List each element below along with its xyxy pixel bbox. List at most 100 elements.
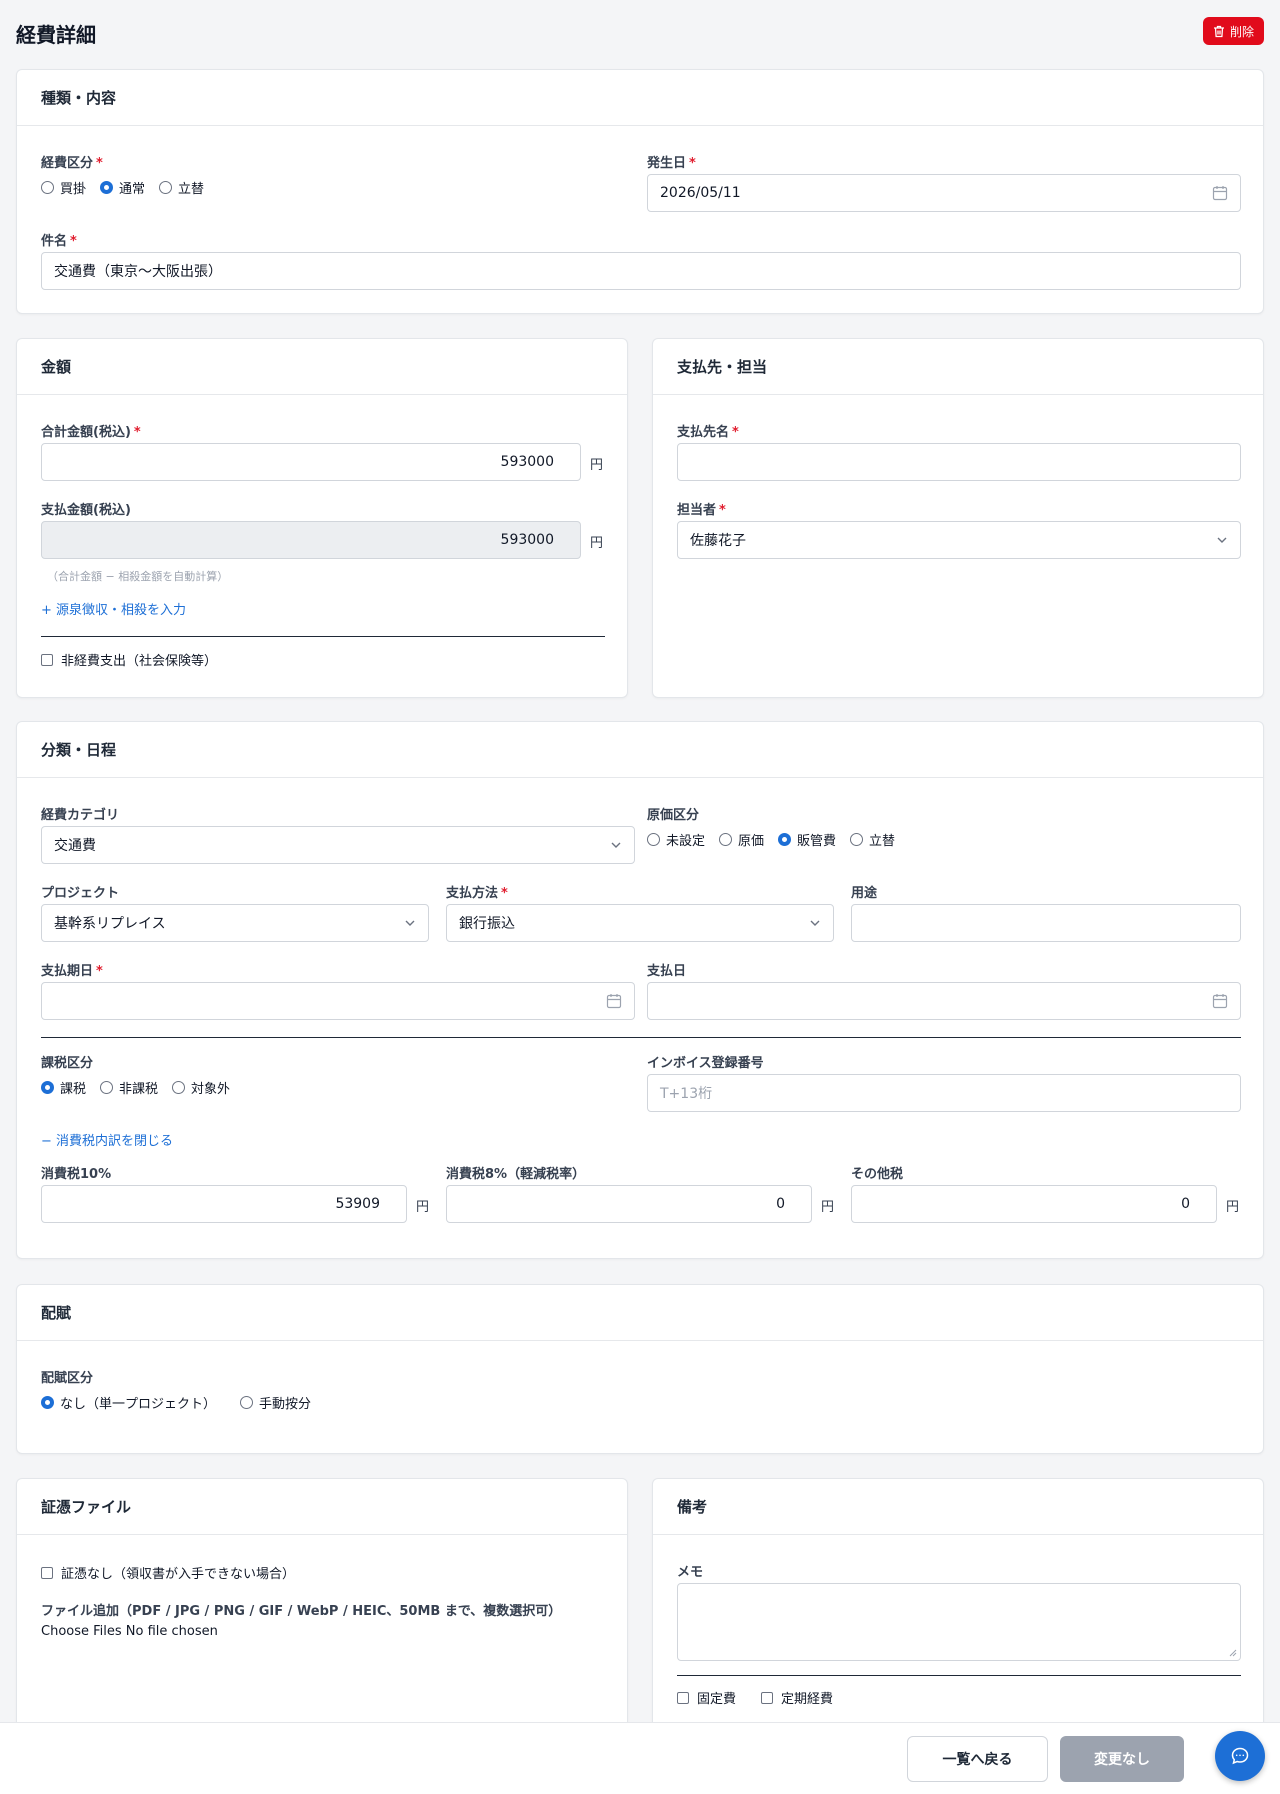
category-label: 経費カテゴリ — [41, 808, 120, 823]
memo-label: メモ — [677, 1565, 704, 1580]
resize-handle-icon[interactable] — [1229, 1649, 1237, 1657]
file-input[interactable]: Choose Files No file chosen — [41, 1624, 218, 1639]
amount-divider — [41, 636, 605, 637]
card-amount-title: 金額 — [17, 339, 627, 395]
other-tax-label: その他税 — [851, 1167, 904, 1182]
non-expense-checkbox[interactable]: 非経費支出（社会保険等） — [41, 650, 217, 669]
delete-button-label: 削除 — [1229, 24, 1254, 39]
card-evidence-title: 証憑ファイル — [17, 1479, 627, 1535]
card-notes: 備考 メモ 固定費 定期経費 — [652, 1478, 1264, 1738]
tax8-label: 消費税8%（軽減税率） — [446, 1167, 586, 1182]
card-classification: 分類・日程 経費カテゴリ 交通費 原価区分 未設定 原価 販管費 立替 プロジェ… — [16, 721, 1264, 1259]
person-select[interactable]: 佐藤花子 — [677, 521, 1241, 559]
total-amount-input[interactable]: 593000 — [41, 443, 581, 481]
tax-type-radio-group: 課税 非課税 対象外 — [41, 1078, 230, 1097]
due-date-label: 支払期日 * — [41, 964, 103, 979]
cost-type-label: 原価区分 — [647, 808, 700, 823]
allocation-type-label: 配賦区分 — [41, 1371, 94, 1386]
chat-icon — [1231, 1747, 1249, 1765]
allocation-radio-group: なし（単一プロジェクト） 手動按分 — [41, 1393, 311, 1412]
invoice-number-label: インボイス登録番号 — [647, 1056, 764, 1071]
category-select[interactable]: 交通費 — [41, 826, 635, 864]
project-label: プロジェクト — [41, 886, 120, 901]
radio-cost-type-cost[interactable]: 原価 — [719, 830, 764, 849]
total-amount-unit: 円 — [590, 458, 604, 473]
card-kind-title: 種類・内容 — [17, 70, 1263, 126]
card-allocation-title: 配賦 — [17, 1285, 1263, 1341]
chevron-down-icon — [611, 842, 621, 848]
purpose-label: 用途 — [851, 886, 878, 901]
tax8-unit: 円 — [821, 1200, 835, 1215]
subject-input[interactable]: 交通費（東京〜大阪出張） — [41, 252, 1241, 290]
chat-button[interactable] — [1215, 1731, 1265, 1781]
card-payee: 支払先・担当 支払先名 * 担当者 * 佐藤花子 — [652, 338, 1264, 698]
radio-cost-type-sga[interactable]: 販管費 — [778, 830, 836, 849]
page-header: 経費詳細 削除 — [16, 0, 1264, 62]
person-label: 担当者 * — [677, 503, 726, 518]
other-tax-input[interactable]: 0 — [851, 1185, 1217, 1223]
back-to-list-button[interactable]: 一覧へ戻る — [907, 1736, 1048, 1782]
radio-cost-type-unset[interactable]: 未設定 — [647, 830, 705, 849]
payee-name-label: 支払先名 * — [677, 425, 739, 440]
radio-expense-type-kakai[interactable]: 買掛 — [41, 178, 86, 197]
notes-divider — [677, 1675, 1241, 1676]
tax8-input[interactable]: 0 — [446, 1185, 812, 1223]
radio-expense-type-tsujo[interactable]: 通常 — [100, 178, 145, 197]
chevron-down-icon — [405, 920, 415, 926]
card-kind: 種類・内容 経費区分 * 買掛 通常 立替 発生日 * 2026/05/11 件名 *… — [16, 69, 1264, 314]
chevron-down-icon — [810, 920, 820, 926]
total-amount-label: 合計金額(税込) * — [41, 425, 141, 440]
radio-allocation-none[interactable]: なし（単一プロジェクト） — [41, 1393, 216, 1412]
date-input[interactable]: 2026/05/11 — [647, 174, 1241, 212]
tax10-label: 消費税10% — [41, 1167, 112, 1182]
radio-tax-type-nontaxable[interactable]: 非課税 — [100, 1078, 158, 1097]
choose-files-button[interactable]: Choose Files — [41, 1624, 122, 1639]
project-select[interactable]: 基幹系リプレイス — [41, 904, 429, 942]
page: 経費詳細 削除 種類・内容 経費区分 * 買掛 通常 立替 発生日 * 2026/0… — [16, 0, 1264, 1738]
pay-amount-hint: （合計金額 − 相殺金額を自動計算） — [47, 570, 229, 583]
pay-amount-label: 支払金額(税込) — [41, 503, 131, 518]
page-title: 経費詳細 — [16, 22, 96, 47]
payment-method-label: 支払方法 * — [446, 886, 508, 901]
purpose-input[interactable] — [851, 904, 1241, 942]
payment-method-select[interactable]: 銀行振込 — [446, 904, 834, 942]
tax-breakdown-toggle-link[interactable]: − 消費税内訳を閉じる — [41, 1130, 173, 1149]
payment-date-input[interactable] — [647, 982, 1241, 1020]
radio-tax-type-taxable[interactable]: 課税 — [41, 1078, 86, 1097]
card-evidence: 証憑ファイル 証憑なし（領収書が入手できない場合） ファイル追加（PDF / J… — [16, 1478, 628, 1738]
no-change-button: 変更なし — [1060, 1736, 1184, 1782]
calendar-icon[interactable] — [606, 993, 622, 1009]
calendar-icon[interactable] — [1212, 185, 1228, 201]
no-evidence-checkbox[interactable]: 証憑なし（領収書が入手できない場合） — [41, 1563, 295, 1582]
trash-icon — [1213, 25, 1224, 37]
other-tax-unit: 円 — [1226, 1200, 1240, 1215]
recurring-expense-checkbox[interactable]: 定期経費 — [761, 1688, 833, 1707]
withholding-link[interactable]: + 源泉徴収・相殺を入力 — [41, 599, 186, 618]
pay-amount-input: 593000 — [41, 521, 581, 559]
footer-action-bar: 一覧へ戻る 変更なし — [0, 1722, 1280, 1794]
memo-textarea[interactable] — [677, 1583, 1241, 1661]
pay-amount-unit: 円 — [590, 536, 604, 551]
date-label: 発生日 * — [647, 156, 696, 171]
no-file-chosen-text: No file chosen — [125, 1624, 218, 1639]
radio-tax-type-exempt[interactable]: 対象外 — [172, 1078, 230, 1097]
tax10-input[interactable]: 53909 — [41, 1185, 407, 1223]
card-payee-title: 支払先・担当 — [653, 339, 1263, 395]
classification-divider — [41, 1037, 1241, 1038]
radio-allocation-manual[interactable]: 手動按分 — [240, 1393, 311, 1412]
subject-label: 件名 * — [41, 234, 77, 249]
invoice-number-input[interactable]: T+13桁 — [647, 1074, 1241, 1112]
payment-date-label: 支払日 — [647, 964, 687, 979]
calendar-icon[interactable] — [1212, 993, 1228, 1009]
due-date-input[interactable] — [41, 982, 635, 1020]
payee-name-input[interactable] — [677, 443, 1241, 481]
cost-type-radio-group: 未設定 原価 販管費 立替 — [647, 830, 895, 849]
radio-expense-type-tatekae[interactable]: 立替 — [159, 178, 204, 197]
card-allocation: 配賦 配賦区分 なし（単一プロジェクト） 手動按分 — [16, 1284, 1264, 1454]
delete-button[interactable]: 削除 — [1202, 17, 1264, 45]
expense-type-label: 経費区分 * — [41, 156, 103, 171]
fixed-cost-checkbox[interactable]: 固定費 — [677, 1688, 736, 1707]
radio-cost-type-tatekae[interactable]: 立替 — [850, 830, 895, 849]
card-notes-title: 備考 — [653, 1479, 1263, 1535]
add-file-label: ファイル追加（PDF / JPG / PNG / GIF / WebP / HE… — [41, 1604, 562, 1619]
